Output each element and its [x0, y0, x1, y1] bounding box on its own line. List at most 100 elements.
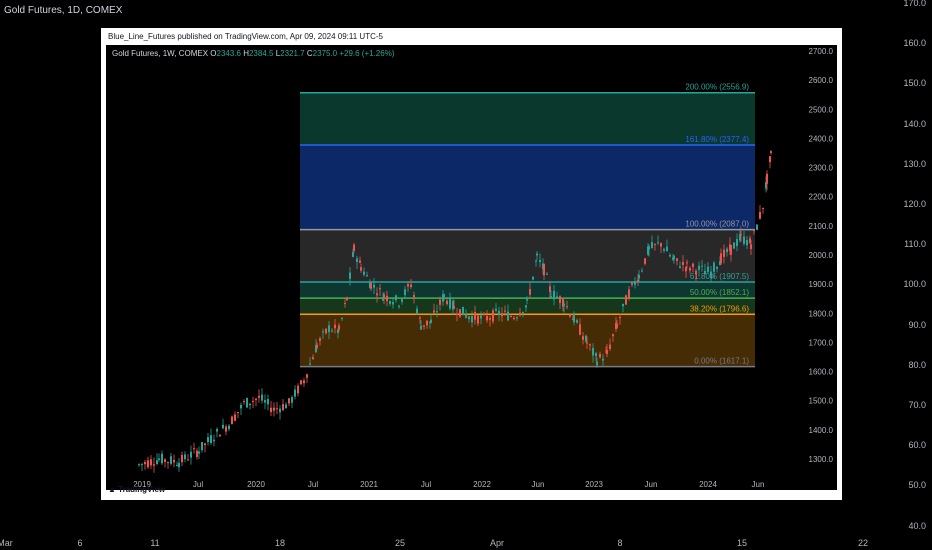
fib-zone: [300, 229, 755, 282]
fib-zone: [300, 145, 755, 230]
fib-level-label: 200.00% (2556.9): [685, 83, 749, 92]
candle-body: [770, 151, 772, 153]
candle-body: [413, 295, 415, 298]
candle-body: [492, 310, 494, 322]
candle-body: [750, 244, 752, 250]
candle-body: [178, 462, 180, 468]
candle-body: [612, 334, 614, 337]
candle-body: [616, 323, 618, 328]
candle-body: [456, 313, 458, 315]
candle-body: [730, 245, 732, 255]
outer-time-tick: Apr: [489, 538, 505, 548]
candle-body: [370, 282, 372, 289]
candle-body: [550, 296, 552, 298]
candle-body: [273, 407, 275, 411]
close-value: 2375.0: [312, 49, 338, 58]
candle-body: [766, 173, 768, 184]
fib-level-label: 50.00% (1852.1): [690, 288, 749, 297]
candle-body: [225, 426, 227, 432]
candle-body: [507, 311, 509, 321]
candle-body: [270, 407, 272, 413]
publish-info: Blue_Line_Futures published on TradingVi…: [108, 32, 383, 41]
candle-body: [704, 270, 706, 275]
time-axis-tick: Jul: [421, 480, 431, 489]
price-axis-tick: 1500.0: [809, 397, 834, 406]
outer-time-axis[interactable]: Mar 6 11 18 25 Apr 8 15 22: [0, 536, 932, 550]
candle-body: [255, 398, 257, 400]
candle-body: [489, 318, 491, 320]
candle-body: [359, 260, 361, 263]
candle-body: [619, 317, 621, 319]
candle-body: [196, 450, 198, 457]
candle-body: [486, 315, 488, 321]
candle-body: [622, 303, 624, 307]
candle-body: [589, 344, 591, 346]
candle-body: [663, 249, 665, 251]
candle-body: [201, 442, 203, 451]
candle-body: [363, 271, 365, 275]
outer-price-tick: 60.0: [908, 440, 926, 451]
price-axis-tick: 2300.0: [809, 164, 834, 173]
candle-body: [344, 302, 346, 304]
time-axis-tick: Jun: [532, 480, 545, 489]
candle-body: [156, 460, 158, 465]
candle-body: [641, 270, 643, 272]
candle-body: [595, 353, 597, 357]
candle-body: [471, 316, 473, 323]
candle-body: [769, 156, 771, 163]
candle-body: [543, 263, 545, 276]
candle-body: [144, 462, 146, 465]
candle-body: [682, 262, 684, 265]
outer-price-axis[interactable]: 170.0 160.0 150.0 140.0 130.0 120.0 110.0 100.0…: [892, 0, 932, 535]
candle-body: [740, 233, 742, 235]
candle-body: [446, 300, 448, 305]
published-chart-card: Blue_Line_Futures published on TradingVi…: [101, 28, 842, 500]
candle-body: [170, 456, 172, 464]
outer-price-tick: 120.0: [903, 199, 926, 209]
candle-body: [395, 295, 397, 301]
weekly-chart[interactable]: 200.00% (2556.9) 161.80% (2377.4) 100.00% …: [106, 45, 837, 490]
candle-body: [316, 344, 318, 348]
candle-body: [331, 330, 333, 332]
candle-body: [207, 437, 209, 443]
price-axis-tick: 2100.0: [809, 222, 834, 231]
outer-time-tick: 15: [736, 538, 748, 548]
candle-body: [569, 314, 571, 317]
fib-level-label: 161.80% (2377.4): [685, 135, 749, 144]
candle-body: [644, 258, 646, 264]
candle-body: [716, 266, 718, 269]
price-axis-tick: 2000.0: [809, 251, 834, 260]
candle-body: [673, 255, 675, 260]
candle-body: [401, 299, 403, 302]
candle-body: [689, 267, 691, 271]
candle-body: [579, 324, 581, 335]
candle-body: [190, 451, 192, 458]
time-axis-tick: 2023: [585, 480, 603, 489]
tradingview-logo[interactable]: ▲ TradingView: [108, 485, 165, 494]
candle-body: [504, 310, 506, 312]
candle-body: [746, 240, 748, 246]
candle-body: [679, 266, 681, 268]
fib-zone: [300, 281, 755, 299]
candle-body: [676, 258, 678, 261]
candle-body: [322, 331, 324, 333]
candle-body: [379, 288, 381, 290]
candle-body: [733, 242, 735, 249]
chart-canvas[interactable]: 200.00% (2556.9) 161.80% (2377.4) 100.00% …: [106, 45, 837, 490]
candle-body: [356, 258, 358, 262]
candle-body: [651, 242, 653, 248]
candle-body: [468, 316, 470, 320]
candle-body: [423, 325, 425, 327]
candle-body: [698, 265, 700, 270]
candle-body: [407, 283, 409, 287]
time-axis-tick: Jun: [752, 480, 765, 489]
time-axis-tick: Jun: [645, 480, 658, 489]
candle-body: [184, 454, 186, 460]
candle-body: [753, 229, 755, 232]
candle-body: [267, 399, 269, 405]
price-axis-tick: 1600.0: [809, 368, 834, 377]
candle-body: [501, 313, 503, 317]
outer-time-tick: Mar: [0, 538, 13, 548]
candle-body: [246, 398, 248, 408]
candle-body: [258, 395, 260, 398]
